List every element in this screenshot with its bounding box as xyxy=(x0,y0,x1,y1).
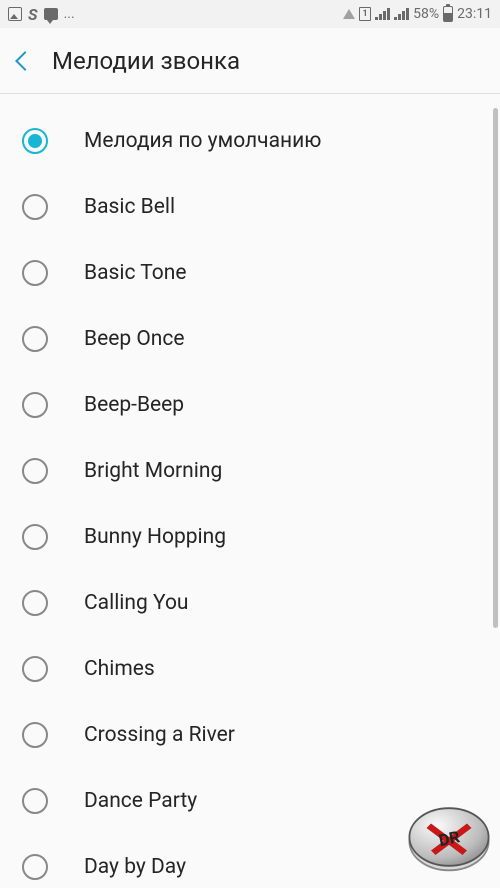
page-title: Мелодии звонка xyxy=(52,47,240,75)
sim-card-icon: 1 xyxy=(359,7,371,21)
ringtone-item[interactable]: Basic Tone xyxy=(0,240,500,306)
ringtone-item[interactable]: Crossing a River xyxy=(0,702,500,768)
battery-percent: 58% xyxy=(413,6,439,22)
ringtone-label: Chimes xyxy=(84,657,155,681)
ringtone-item[interactable]: Bunny Hopping xyxy=(0,504,500,570)
ringtone-label: Dance Party xyxy=(84,789,197,813)
radio-unselected-icon[interactable] xyxy=(22,788,48,814)
chat-icon xyxy=(44,8,58,20)
status-left: S ... xyxy=(8,5,75,24)
ringtone-label: Bunny Hopping xyxy=(84,525,226,549)
radio-unselected-icon[interactable] xyxy=(22,392,48,418)
app-bar: Мелодии звонка xyxy=(0,28,500,94)
gallery-icon xyxy=(8,7,22,21)
radio-selected-icon[interactable] xyxy=(22,128,48,154)
signal-icon xyxy=(375,8,390,20)
ringtone-label: Bright Morning xyxy=(84,459,222,483)
radio-unselected-icon[interactable] xyxy=(22,656,48,682)
ringtone-label: Мелодия по умолчанию xyxy=(84,129,321,153)
radio-unselected-icon[interactable] xyxy=(22,458,48,484)
status-bar: S ... 1 58% 23:11 xyxy=(0,0,500,28)
ringtone-label: Beep Once xyxy=(84,327,185,351)
radio-unselected-icon[interactable] xyxy=(22,524,48,550)
ringtone-label: Calling You xyxy=(84,591,189,615)
ringtone-label: Day by Day xyxy=(84,855,186,879)
ringtone-item[interactable]: Chimes xyxy=(0,636,500,702)
ringtone-item[interactable]: Basic Bell xyxy=(0,174,500,240)
ringtone-item[interactable]: Bright Morning xyxy=(0,438,500,504)
ringtone-item[interactable]: Calling You xyxy=(0,570,500,636)
s-app-icon: S xyxy=(28,5,38,24)
watermark-logo: DR xyxy=(404,792,494,882)
status-right: 1 58% 23:11 xyxy=(343,6,492,22)
clock: 23:11 xyxy=(457,6,492,22)
ringtone-label: Crossing a River xyxy=(84,723,235,747)
radio-unselected-icon[interactable] xyxy=(22,326,48,352)
ringtone-item[interactable]: Beep Once xyxy=(0,306,500,372)
ringtone-item-default[interactable]: Мелодия по умолчанию xyxy=(0,108,500,174)
radio-unselected-icon[interactable] xyxy=(22,722,48,748)
ringtone-list[interactable]: Мелодия по умолчанию Basic Bell Basic To… xyxy=(0,94,500,888)
back-icon[interactable] xyxy=(15,51,35,71)
signal-icon-2 xyxy=(394,8,409,20)
ringtone-label: Basic Tone xyxy=(84,261,186,285)
ringtone-label: Beep-Beep xyxy=(84,393,184,417)
radio-unselected-icon[interactable] xyxy=(22,590,48,616)
notification-overflow: ... xyxy=(64,6,75,22)
scrollbar[interactable] xyxy=(493,108,498,628)
wifi-icon xyxy=(343,9,355,19)
radio-unselected-icon[interactable] xyxy=(22,194,48,220)
radio-unselected-icon[interactable] xyxy=(22,260,48,286)
ringtone-label: Basic Bell xyxy=(84,195,175,219)
battery-icon xyxy=(443,6,453,22)
ringtone-item[interactable]: Beep-Beep xyxy=(0,372,500,438)
radio-unselected-icon[interactable] xyxy=(22,854,48,880)
